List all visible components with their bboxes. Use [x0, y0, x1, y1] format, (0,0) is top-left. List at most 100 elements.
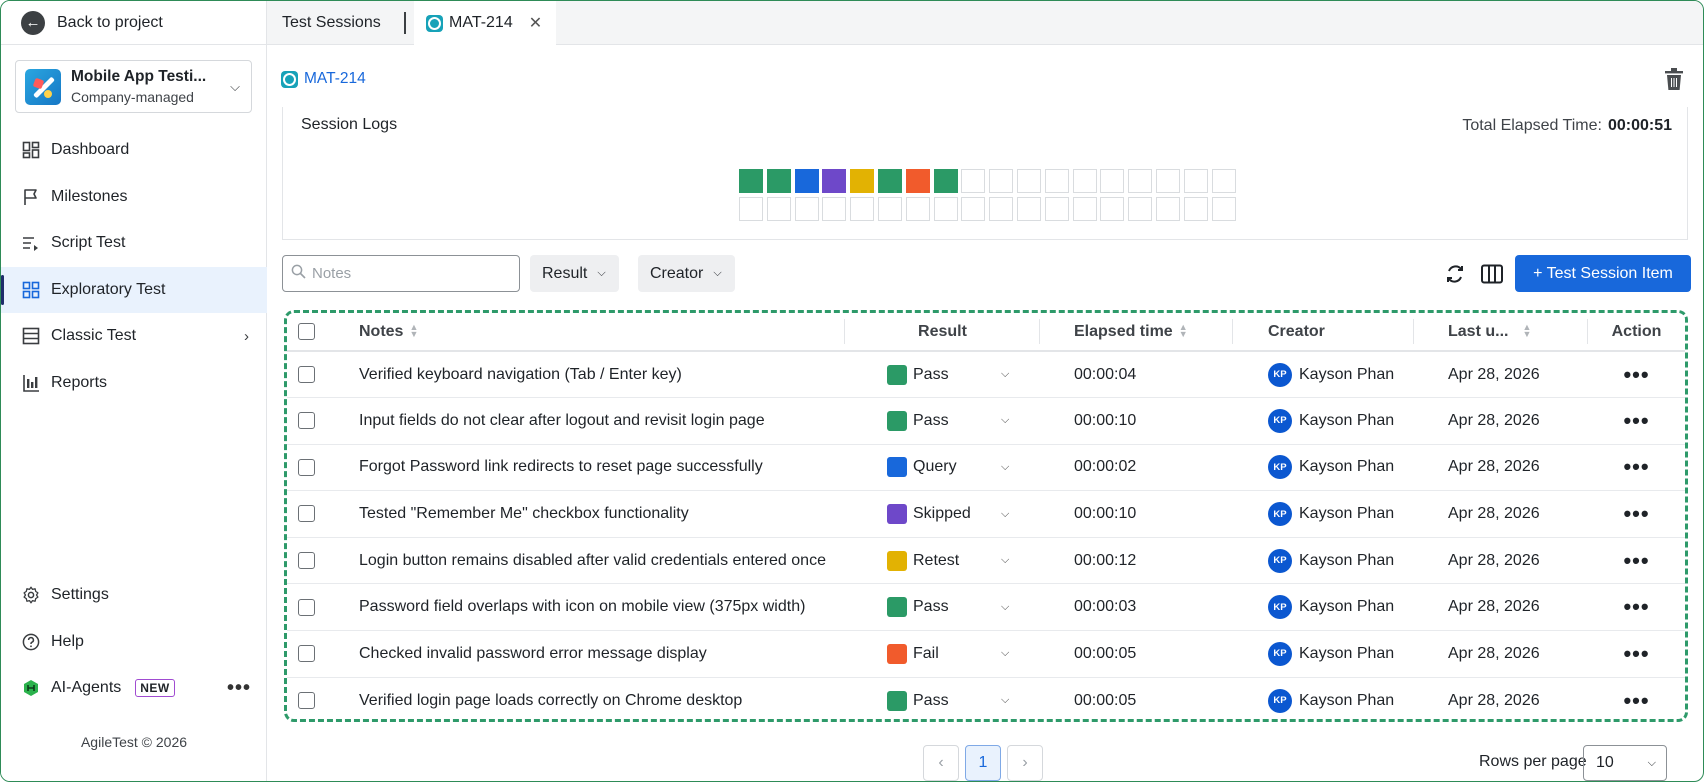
- chevron-down-icon: ⌵: [230, 79, 240, 94]
- project-selector[interactable]: Mobile App Testi... Company-managed ⌵: [15, 60, 252, 113]
- header-last-updated[interactable]: Last u... ▲ ▼: [1414, 313, 1588, 352]
- log-cell-empty: [822, 196, 847, 221]
- table-row[interactable]: Login button remains disabled after vali…: [287, 537, 1685, 585]
- columns-icon[interactable]: [1480, 262, 1504, 286]
- log-cell-filled[interactable]: [822, 169, 847, 193]
- page-button-current[interactable]: 1: [965, 745, 1001, 781]
- avatar: KP: [1268, 502, 1292, 527]
- table-row[interactable]: Password field overlaps with icon on mob…: [287, 583, 1685, 632]
- result-dropdown[interactable]: Pass ⌵: [887, 410, 1040, 431]
- sort-icon: ▲ ▼: [1178, 322, 1188, 340]
- result-label: Pass: [913, 598, 949, 616]
- sidebar-item-milestones[interactable]: Milestones: [1, 174, 267, 221]
- select-all-checkbox[interactable]: [298, 322, 315, 340]
- row-checkbox[interactable]: [298, 598, 315, 616]
- table-row[interactable]: Verified keyboard navigation (Tab / Ente…: [287, 351, 1685, 399]
- row-actions-more-icon[interactable]: •••: [1588, 397, 1685, 445]
- header-creator: Creator: [1233, 313, 1414, 352]
- row-actions-more-icon[interactable]: •••: [1588, 677, 1685, 719]
- table-row[interactable]: Checked invalid password error message d…: [287, 630, 1685, 678]
- avatar: KP: [1268, 641, 1292, 666]
- result-label: Pass: [913, 691, 949, 709]
- row-actions-more-icon[interactable]: •••: [1588, 630, 1685, 678]
- arrow-left-icon: ←: [21, 10, 45, 35]
- chevron-down-icon: ⌵: [1001, 694, 1010, 707]
- tab-divider: [404, 12, 406, 34]
- sidebar-item-script-test[interactable]: Script Test: [1, 220, 267, 267]
- log-cell-empty: [1016, 196, 1041, 221]
- log-cell-empty: [1155, 196, 1180, 221]
- script-list-icon: [21, 233, 41, 253]
- sidebar-item-settings[interactable]: Settings: [1, 572, 267, 619]
- more-horizontal-icon[interactable]: •••: [227, 677, 251, 700]
- row-checkbox[interactable]: [298, 551, 315, 569]
- session-icon: [426, 14, 443, 32]
- log-cell-filled[interactable]: [739, 169, 763, 193]
- row-actions-more-icon[interactable]: •••: [1588, 583, 1685, 632]
- tab-test-sessions[interactable]: Test Sessions: [282, 1, 381, 45]
- ai-agents-label: AI-Agents: [51, 679, 122, 697]
- row-checkbox[interactable]: [298, 691, 315, 709]
- notes-search-field[interactable]: [282, 255, 520, 292]
- result-color-swatch: [887, 597, 907, 618]
- last-updated-date: Apr 28, 2026: [1448, 551, 1540, 569]
- help-label: Help: [51, 632, 84, 650]
- tab-label: MAT-214: [449, 14, 513, 31]
- row-checkbox[interactable]: [298, 505, 315, 523]
- table-row[interactable]: Tested "Remember Me" checkbox functional…: [287, 490, 1685, 538]
- sidebar-item-dashboard[interactable]: Dashboard: [1, 127, 267, 174]
- sidebar-item-ai-agents[interactable]: AI-Agents NEW •••: [1, 665, 267, 712]
- sidebar-item-exploratory-test[interactable]: Exploratory Test: [1, 266, 267, 313]
- refresh-icon[interactable]: [1443, 262, 1467, 286]
- log-cell-empty: [1211, 196, 1236, 221]
- row-actions-more-icon[interactable]: •••: [1588, 444, 1685, 492]
- sidebar-bottom: Settings Help AI-Agents NEW •••: [1, 572, 267, 712]
- table-row[interactable]: Input fields do not clear after logout a…: [287, 397, 1685, 445]
- last-updated-date: Apr 28, 2026: [1448, 598, 1540, 616]
- row-checkbox[interactable]: [298, 365, 315, 383]
- log-cell-empty: [905, 196, 930, 221]
- trash-icon[interactable]: [1663, 67, 1685, 91]
- result-dropdown[interactable]: Retest ⌵: [887, 550, 1040, 571]
- next-page-button[interactable]: ›: [1007, 745, 1043, 781]
- result-label: Query: [913, 458, 957, 476]
- tab-mat-214[interactable]: MAT-214 ✕: [414, 1, 557, 45]
- row-checkbox[interactable]: [298, 645, 315, 663]
- creator-filter-button[interactable]: Creator ⌵: [638, 255, 735, 292]
- notes-search-input[interactable]: [312, 265, 502, 282]
- table-row[interactable]: Verified login page loads correctly on C…: [287, 677, 1685, 719]
- row-checkbox[interactable]: [298, 412, 315, 430]
- row-actions-more-icon[interactable]: •••: [1588, 537, 1685, 585]
- row-checkbox[interactable]: [298, 458, 315, 476]
- result-dropdown[interactable]: Pass ⌵: [887, 597, 1040, 618]
- log-cell-filled[interactable]: [794, 169, 819, 193]
- log-cell-filled[interactable]: [877, 169, 902, 193]
- header-label: Elapsed time: [1074, 322, 1173, 340]
- sidebar-item-reports[interactable]: Reports: [1, 360, 267, 407]
- result-dropdown[interactable]: Fail ⌵: [887, 643, 1040, 664]
- rows-per-page-select[interactable]: 10 ⌵: [1583, 745, 1667, 781]
- close-icon[interactable]: ✕: [529, 13, 542, 33]
- chevron-down-icon: ⌵: [1001, 647, 1010, 660]
- result-dropdown[interactable]: Pass ⌵: [887, 690, 1040, 711]
- row-actions-more-icon[interactable]: •••: [1588, 490, 1685, 538]
- creator: KP Kayson Phan: [1268, 502, 1414, 527]
- previous-page-button[interactable]: ‹: [923, 745, 959, 781]
- log-cell-filled[interactable]: [905, 169, 930, 193]
- back-to-project-link[interactable]: ← Back to project: [1, 1, 266, 45]
- log-cell-filled[interactable]: [850, 169, 875, 193]
- row-actions-more-icon[interactable]: •••: [1588, 351, 1685, 399]
- log-cell-filled[interactable]: [766, 169, 791, 193]
- result-dropdown[interactable]: Query ⌵: [887, 457, 1040, 478]
- result-dropdown[interactable]: Skipped ⌵: [887, 504, 1040, 525]
- sidebar-item-help[interactable]: Help: [1, 619, 267, 666]
- header-elapsed-time[interactable]: Elapsed time ▲ ▼: [1040, 313, 1233, 352]
- log-cell-filled[interactable]: [933, 169, 958, 193]
- header-notes[interactable]: Notes ▲ ▼: [341, 313, 845, 352]
- result-dropdown[interactable]: Pass ⌵: [887, 364, 1040, 385]
- sidebar-item-classic-test[interactable]: Classic Test ›: [1, 313, 267, 360]
- session-key-link[interactable]: MAT-214: [281, 70, 366, 88]
- table-row[interactable]: Forgot Password link redirects to reset …: [287, 444, 1685, 492]
- result-filter-button[interactable]: Result ⌵: [530, 255, 619, 292]
- add-test-session-item-button[interactable]: + Test Session Item: [1515, 255, 1691, 292]
